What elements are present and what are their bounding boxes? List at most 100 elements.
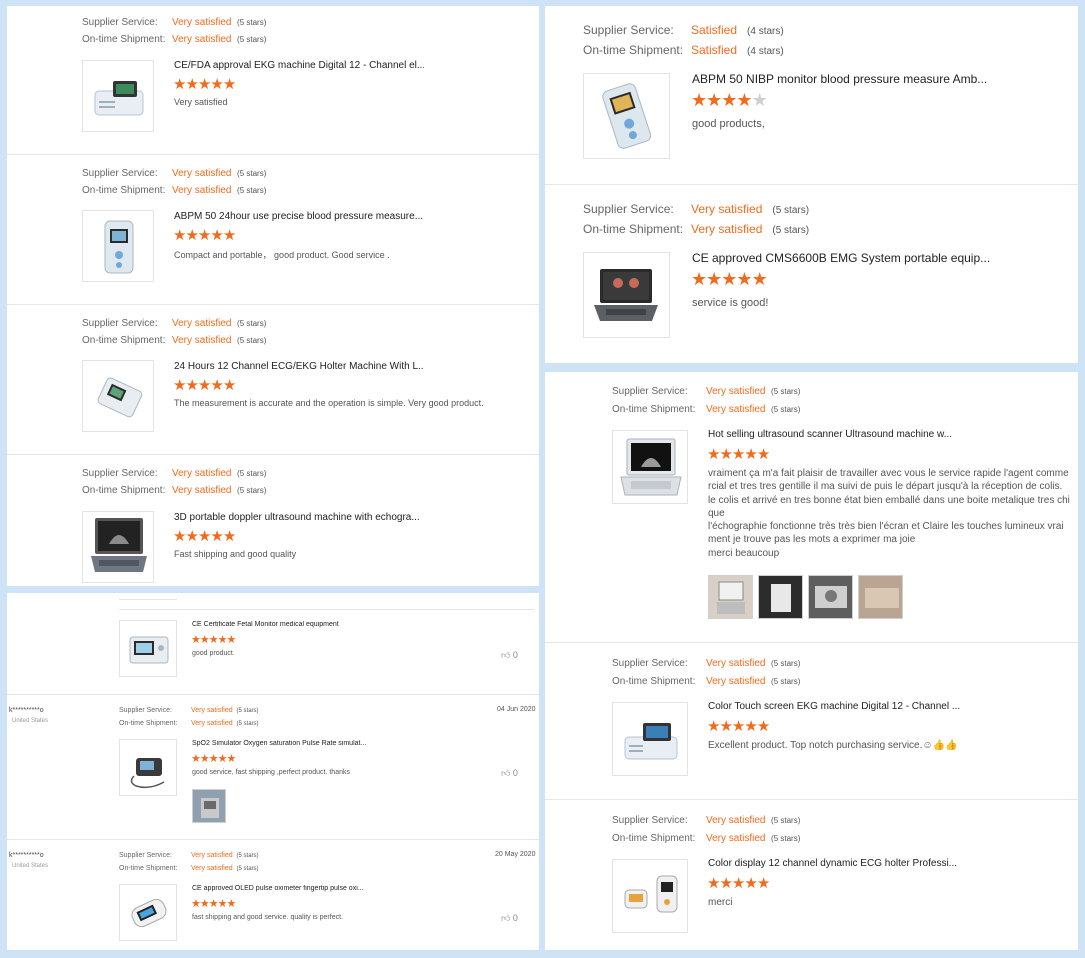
product-title[interactable]: CE Certificate Fetal Monitor medical equ… (192, 621, 442, 628)
star-filled-icon: ★ (210, 227, 223, 244)
product-thumbnail[interactable] (82, 360, 154, 432)
product-thumbnail[interactable] (82, 210, 154, 282)
product-title[interactable]: CE/FDA approval EKG machine Digital 12 -… (174, 60, 424, 71)
star-filled-icon: ★ (707, 875, 720, 892)
review-comment-line: que (708, 507, 725, 519)
star-filled-icon: ★ (208, 898, 219, 910)
divider (119, 609, 534, 610)
product-title[interactable]: ABPM 50 NIBP monitor blood pressure meas… (692, 72, 992, 86)
rating-stars: ★★★★★ (173, 527, 236, 545)
review-date: 20 May 2020 (495, 851, 536, 858)
review-photo[interactable] (192, 789, 226, 823)
review-photo[interactable] (808, 575, 853, 619)
product-title[interactable]: Color display 12 channel dynamic ECG hol… (708, 858, 998, 869)
star-filled-icon: ★ (191, 753, 201, 765)
like-button[interactable]: 👍︎ 0 (501, 913, 518, 924)
divider (7, 839, 539, 840)
product-title[interactable]: CE approved OLED pulse oximeter fingerti… (192, 885, 442, 892)
star-filled-icon: ★ (210, 377, 223, 394)
product-title[interactable]: 3D portable doppler ultrasound machine w… (174, 512, 424, 523)
product-title[interactable]: SpO2 Simulator Oxygen saturation Pulse R… (192, 740, 442, 747)
rating-stars: ★★★★★ (707, 874, 770, 892)
ontime-shipment-value: Very satisfied (706, 676, 766, 687)
star-filled-icon: ★ (226, 634, 237, 646)
product-thumbnail[interactable] (119, 620, 177, 677)
supplier-service-value: Very satisfied (191, 707, 233, 714)
product-thumbnail[interactable] (82, 60, 154, 132)
star-filled-icon: ★ (719, 446, 732, 463)
star-filled-icon: ★ (744, 718, 757, 735)
ontime-shipment-row: On-time Shipment: Very satisfied (5 stars… (612, 404, 801, 415)
supplier-service-value: Very satisfied (691, 202, 763, 216)
thumbs-up-icon: 👍︎ (501, 768, 511, 778)
supplier-service-value: Very satisfied (191, 852, 233, 859)
thumbs-up-icon: 👍︎ (501, 650, 511, 660)
product-thumbnail[interactable] (119, 884, 177, 941)
product-thumbnail[interactable] (612, 430, 688, 504)
star-filled-icon: ★ (736, 269, 752, 289)
product-thumbnail[interactable] (119, 739, 177, 796)
supplier-service-row: Supplier Service: Very satisfied (5 stars… (119, 707, 259, 714)
star-filled-icon: ★ (707, 718, 720, 735)
ontime-shipment-value: Very satisfied (172, 335, 232, 346)
star-filled-icon: ★ (744, 875, 757, 892)
star-empty-icon: ★ (751, 90, 768, 110)
ontime-shipment-row: On-time Shipment: Very satisfied (5 stars… (583, 222, 810, 236)
like-button[interactable]: 👍︎ 0 (501, 650, 518, 661)
review-photo[interactable] (758, 575, 803, 619)
review-photo[interactable] (708, 575, 753, 619)
ontime-shipment-row: On-time Shipment: Very satisfied (5 stars… (82, 34, 267, 45)
review-comment: Very satisfied (174, 97, 228, 107)
ontime-shipment-row: On-time Shipment: Very satisfied (5 stars… (82, 185, 267, 196)
product-title[interactable]: CE approved CMS6600B EMG System portable… (692, 251, 992, 265)
supplier-service-value: Satisfied (691, 23, 738, 37)
star-filled-icon: ★ (744, 446, 757, 463)
like-button[interactable]: 👍︎ 0 (501, 768, 518, 779)
product-thumbnail[interactable] (583, 252, 670, 338)
product-thumbnail[interactable] (612, 859, 688, 933)
ontime-shipment-value: Very satisfied (191, 865, 233, 872)
divider (7, 694, 539, 695)
supplier-service-value: Very satisfied (706, 815, 766, 826)
review-item: Supplier Service: Very satisfied (5 stars… (545, 372, 1078, 642)
review-comment: good service, fast shipping ,perfect pro… (192, 769, 350, 776)
star-filled-icon: ★ (756, 446, 770, 463)
star-filled-icon: ★ (751, 269, 768, 289)
bp-monitor-icon (104, 220, 134, 274)
star-filled-icon: ★ (199, 753, 210, 765)
star-filled-icon: ★ (210, 76, 223, 93)
ontime-shipment-row: On-time Shipment: Very satisfied (5 stars… (612, 676, 801, 687)
product-title[interactable]: ABPM 50 24hour use precise blood pressur… (174, 211, 424, 222)
review-item: Supplier Service: Very satisfied (5 stars… (7, 6, 539, 154)
star-filled-icon: ★ (706, 269, 722, 289)
photo-thumbnail-icon (809, 576, 852, 618)
product-title[interactable]: 24 Hours 12 Channel ECG/EKG Holter Machi… (174, 361, 424, 372)
ontime-shipment-row: On-time Shipment: Satisfied (4 stars) (583, 43, 784, 57)
star-filled-icon: ★ (173, 227, 186, 244)
product-thumbnail[interactable] (583, 73, 670, 159)
like-count: 0 (512, 913, 518, 923)
review-panel-bottom-left: CE Certificate Fetal Monitor medical equ… (7, 593, 539, 950)
product-title[interactable]: Hot selling ultrasound scanner Ultrasoun… (708, 429, 998, 440)
supplier-service-row: Supplier Service: Very satisfied (5 stars… (82, 318, 267, 329)
star-filled-icon: ★ (173, 377, 186, 394)
star-filled-icon: ★ (222, 377, 236, 394)
review-photo[interactable] (858, 575, 903, 619)
photo-thumbnail-icon (709, 576, 752, 618)
like-count: 0 (512, 768, 518, 778)
review-panel-top-right: Supplier Service: Satisfied (4 stars) On-… (545, 6, 1078, 363)
product-thumbnail[interactable] (612, 702, 688, 776)
star-filled-icon: ★ (191, 634, 201, 646)
star-filled-icon: ★ (226, 753, 237, 765)
product-thumbnail[interactable] (82, 511, 154, 583)
review-comment-line: l'échographie fonctionne très très bien … (708, 521, 1064, 533)
star-filled-icon: ★ (185, 227, 198, 244)
review-comment: good products, (692, 118, 765, 130)
star-filled-icon: ★ (208, 753, 219, 765)
supplier-service-value: Very satisfied (172, 17, 232, 28)
product-title[interactable]: Color Touch screen EKG machine Digital 1… (708, 701, 998, 712)
star-filled-icon: ★ (707, 446, 720, 463)
supplier-service-row: Supplier Service: Satisfied (4 stars) (583, 23, 784, 37)
ontime-shipment-row: On-time Shipment: Very satisfied (5 stars… (82, 335, 267, 346)
supplier-service-row: Supplier Service: Very satisfied (5 stars… (119, 852, 259, 859)
